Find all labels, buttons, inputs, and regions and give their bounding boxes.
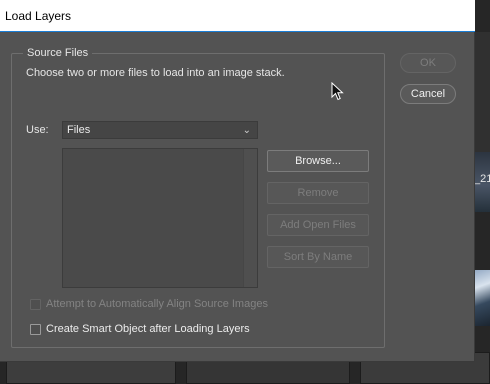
remove-button[interactable]: Remove bbox=[267, 182, 369, 204]
use-label: Use: bbox=[26, 124, 49, 136]
smart-object-checkbox[interactable]: Create Smart Object after Loading Layers bbox=[30, 322, 250, 336]
source-files-legend: Source Files bbox=[23, 47, 93, 59]
align-images-checkbox[interactable]: Attempt to Automatically Align Source Im… bbox=[30, 297, 268, 311]
chevron-down-icon: ⌄ bbox=[242, 125, 251, 136]
ok-button[interactable]: OK bbox=[400, 53, 456, 73]
add-open-files-button[interactable]: Add Open Files bbox=[267, 214, 369, 236]
source-file-list[interactable] bbox=[62, 148, 258, 288]
cancel-button[interactable]: Cancel bbox=[400, 84, 456, 104]
browse-button[interactable]: Browse... bbox=[267, 150, 369, 172]
dialog-title[interactable]: Load Layers bbox=[0, 0, 475, 32]
background-panel bbox=[474, 32, 490, 152]
use-dropdown-value: Files bbox=[67, 124, 91, 136]
file-list-scrollbar[interactable] bbox=[243, 149, 257, 287]
use-dropdown[interactable]: Files ⌄ bbox=[62, 121, 258, 139]
align-images-label: Attempt to Automatically Align Source Im… bbox=[46, 298, 268, 310]
sort-by-name-button[interactable]: Sort By Name bbox=[267, 246, 369, 268]
background-file-label: _214 bbox=[474, 173, 490, 185]
background-photo bbox=[474, 270, 490, 326]
checkbox-box[interactable] bbox=[30, 298, 41, 310]
checkbox-box[interactable] bbox=[30, 323, 41, 335]
smart-object-label: Create Smart Object after Loading Layers bbox=[46, 323, 250, 335]
mouse-cursor-icon bbox=[331, 82, 344, 101]
instructions-text: Choose two or more files to load into an… bbox=[26, 67, 285, 79]
